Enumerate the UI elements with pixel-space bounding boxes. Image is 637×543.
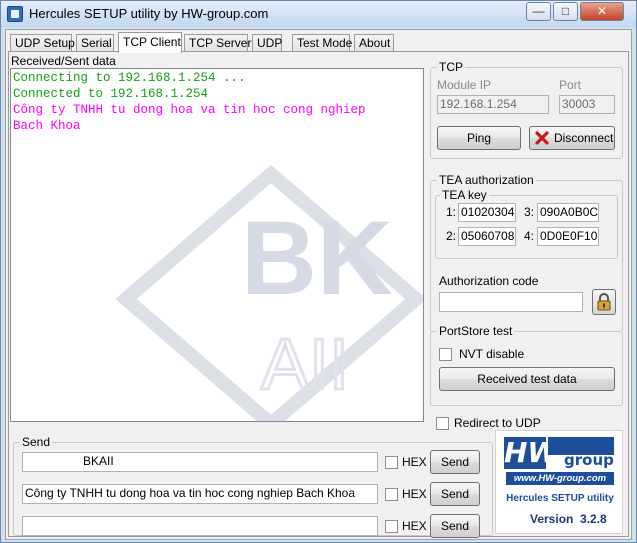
port-label: Port [559,78,582,92]
ping-button[interactable]: Ping [437,126,521,150]
app-window: Hercules SETUP utility by HW-group.com —… [0,0,637,543]
received-line: Connecting to 192.168.1.254 ... [13,71,246,85]
tea-key-1-field[interactable]: 01020304 [458,203,516,222]
tcp-client-panel: Received/Sent data BK AII Connecting to … [8,51,629,538]
lock-button[interactable] [592,289,616,315]
disconnect-x-icon [535,131,549,145]
close-button[interactable]: ✕ [580,2,624,21]
redirect-to-udp-checkbox[interactable] [436,417,449,430]
received-data-area[interactable]: BK AII Connecting to 192.168.1.254 ... C… [10,68,424,422]
disconnect-label: Disconnect [554,131,614,145]
tea-key-title: TEA key [440,188,489,202]
tea-key-2-field[interactable]: 05060708 [458,227,516,246]
send-button-2[interactable]: Send [430,482,480,506]
received-line: Connected to 192.168.1.254 [13,87,209,101]
tab-udp[interactable]: UDP [252,34,282,52]
portstore-group-title: PortStore test [437,324,515,338]
tab-udp-setup[interactable]: UDP Setup [10,34,75,52]
authorization-code-label: Authorization code [439,274,539,288]
module-ip-field[interactable]: 192.168.1.254 [437,95,549,114]
hex-label: HEX [402,519,427,533]
maximize-button[interactable]: □ [553,2,578,21]
hex-checkbox-2[interactable] [385,488,398,501]
client-area: UDP Setup Serial TCP Client TCP Server U… [5,29,632,540]
tcp-group-title: TCP [437,60,465,74]
product-name: Hercules SETUP utility [506,493,614,504]
nvt-disable-checkbox[interactable] [439,348,452,361]
authorization-code-field[interactable] [439,292,583,312]
lock-icon [597,293,611,311]
disconnect-button[interactable]: Disconnect [529,126,615,150]
hw-logo-url: www.HW-group.com [506,472,614,485]
received-data-label: Received/Sent data [11,54,116,68]
tea-key-3-field[interactable]: 090A0B0C [537,203,599,222]
tcp-group: TCP Module IP 192.168.1.254 Port 30003 P… [430,60,623,159]
window-title: Hercules SETUP utility by HW-group.com [29,6,269,21]
tab-tcp-server[interactable]: TCP Server [184,34,251,52]
tea-key-index: 3: [524,205,535,219]
app-icon [7,6,23,22]
tea-authorization-group: TEA authorization TEA key 1: 01020304 3:… [430,173,623,332]
tea-key-index: 2: [446,229,457,243]
send-button-1[interactable]: Send [430,450,480,474]
portstore-test-group: PortStore test NVT disable Received test… [430,324,623,406]
received-test-data-button[interactable]: Received test data [439,367,615,391]
tab-tcp-client[interactable]: TCP Client [118,32,182,53]
send-button-3[interactable]: Send [430,514,480,538]
hex-label: HEX [402,487,427,501]
tea-group-title: TEA authorization [437,173,536,187]
port-field[interactable]: 30003 [559,95,615,114]
send-input-2[interactable]: Công ty TNHH tu dong hoa va tin hoc cong… [22,484,378,504]
version-label: Version 3.2.8 [530,512,607,526]
hw-logo-group: group [564,451,614,469]
tea-key-index: 1: [446,205,457,219]
watermark-letters: BK [241,200,393,317]
minimize-button[interactable]: — [526,2,551,21]
redirect-to-udp-label: Redirect to UDP [454,416,541,430]
tab-about[interactable]: About [354,34,394,52]
tea-key-group: TEA key 1: 01020304 3: 090A0B0C 2: 05060… [435,188,618,259]
tab-test-mode[interactable]: Test Mode [292,34,352,52]
tea-key-index: 4: [524,229,535,243]
hw-logo-mark: HW [504,436,559,469]
watermark-sub: AII [261,325,349,405]
tab-serial[interactable]: Serial [76,34,114,52]
tea-key-4-field[interactable]: 0D0E0F10 [537,227,599,246]
hex-checkbox-1[interactable] [385,456,398,469]
nvt-disable-label: NVT disable [459,347,525,361]
send-group-title: Send [20,435,53,449]
received-line: Công ty TNHH tu dong hoa va tin hoc cong… [13,103,366,117]
send-input-1[interactable]: BKAII [22,452,378,472]
hex-label: HEX [402,455,427,469]
received-line: Bach Khoa [13,119,81,133]
title-bar[interactable]: Hercules SETUP utility by HW-group.com —… [1,1,636,27]
send-group: Send BKAII HEX Send Công ty TNHH tu dong… [13,435,493,538]
send-input-3[interactable] [22,516,378,536]
hw-group-logo: HW group www.HW-group.com Hercules SETUP… [495,430,623,534]
module-ip-label: Module IP [437,78,492,92]
hex-checkbox-3[interactable] [385,520,398,533]
